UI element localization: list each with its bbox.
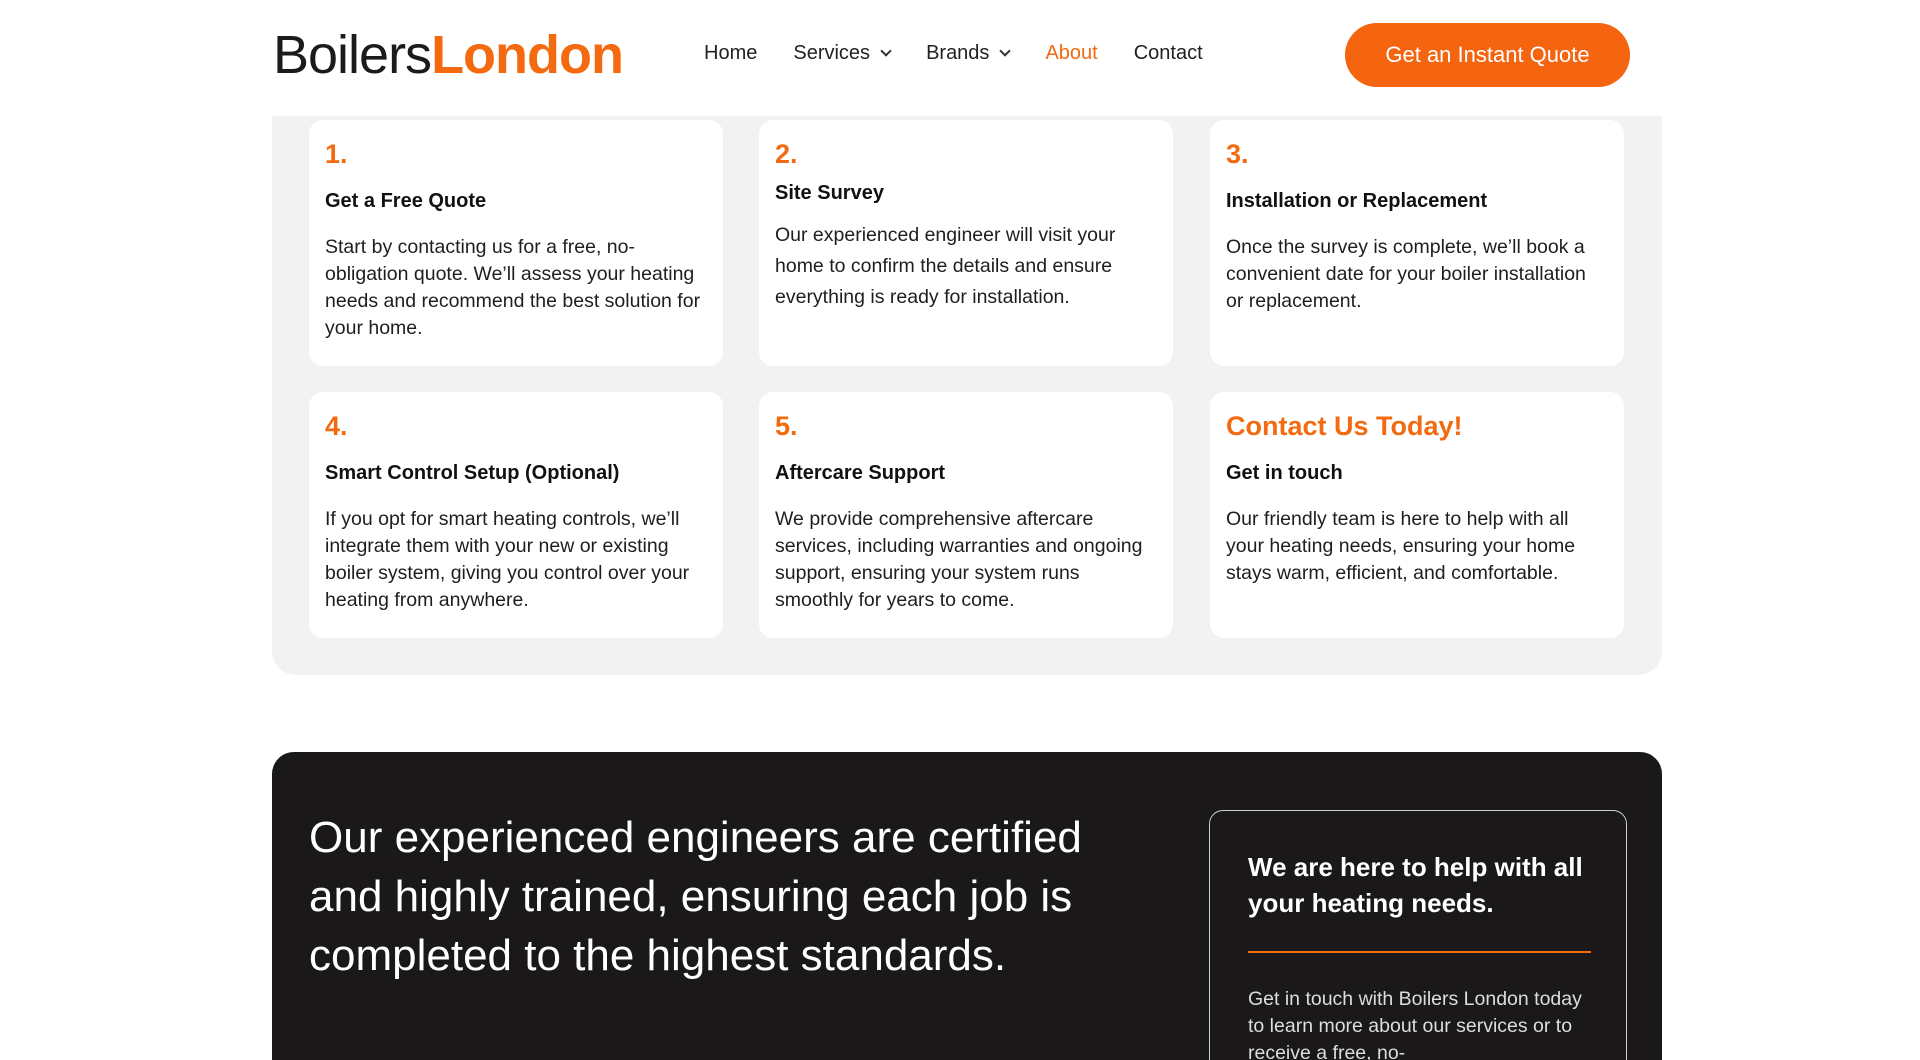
nav-services[interactable]: Services: [793, 42, 892, 65]
nav-about-label: About: [1045, 42, 1098, 64]
step-card-5: 5. Aftercare Support We provide comprehe…: [759, 392, 1173, 638]
nav-brands-label: Brands: [926, 42, 990, 64]
step-title: Get a Free Quote: [325, 190, 487, 212]
step-number: 3.: [1226, 139, 1249, 169]
instant-quote-button[interactable]: Get an Instant Quote: [1345, 23, 1630, 87]
contact-heading: Contact Us Today!: [1226, 411, 1463, 441]
nav-home[interactable]: Home: [704, 42, 757, 65]
nav-contact[interactable]: Contact: [1134, 42, 1203, 65]
step-text: Our experienced engineer will visit your…: [775, 224, 1116, 308]
step-number: 2.: [775, 139, 798, 169]
step-title: Site Survey: [775, 182, 884, 204]
contact-card: Contact Us Today! Get in touch Our frien…: [1210, 392, 1624, 638]
logo-part-london: London: [431, 25, 624, 85]
help-title: We are here to help with all your heatin…: [1248, 852, 1583, 918]
help-box: We are here to help with all your heatin…: [1209, 810, 1627, 1060]
engineers-section: Our experienced engineers are certified …: [272, 752, 1662, 1060]
step-title: Smart Control Setup (Optional): [325, 462, 620, 484]
site-header: BoilersLondon Home Services Brands About…: [0, 0, 1920, 116]
nav-home-label: Home: [704, 42, 758, 64]
step-text: Start by contacting us for a free, no-ob…: [325, 236, 701, 339]
step-number: 1.: [325, 139, 348, 169]
step-text: Once the survey is complete, we’ll book …: [1226, 236, 1586, 312]
step-number: 5.: [775, 411, 798, 441]
nav-services-label: Services: [793, 42, 871, 64]
main-nav: Home Services Brands About Contact: [704, 42, 1239, 65]
site-logo[interactable]: BoilersLondon: [273, 25, 624, 85]
help-text: Get in touch with Boilers London today t…: [1248, 988, 1582, 1060]
process-steps-panel: 1. Get a Free Quote Start by contacting …: [272, 70, 1662, 675]
contact-title: Get in touch: [1226, 462, 1343, 484]
chevron-down-icon: [999, 45, 1012, 57]
step-title: Installation or Replacement: [1226, 190, 1488, 212]
divider: [1248, 951, 1591, 953]
contact-text: Our friendly team is here to help with a…: [1226, 508, 1576, 584]
step-card-1: 1. Get a Free Quote Start by contacting …: [309, 120, 723, 366]
chevron-down-icon: [880, 45, 892, 57]
step-text: We provide comprehensive aftercare servi…: [775, 508, 1143, 611]
step-number: 4.: [325, 411, 348, 441]
logo-part-boilers: Boilers: [273, 25, 432, 85]
step-title: Aftercare Support: [775, 462, 946, 484]
engineers-heading: Our experienced engineers are certified …: [309, 813, 1082, 980]
step-card-2: 2. Site Survey Our experienced engineer …: [759, 120, 1173, 366]
step-text: If you opt for smart heating controls, w…: [325, 508, 690, 611]
nav-contact-label: Contact: [1133, 42, 1203, 64]
nav-brands[interactable]: Brands: [926, 42, 1012, 65]
step-card-3: 3. Installation or Replacement Once the …: [1210, 120, 1624, 366]
nav-about[interactable]: About: [1045, 42, 1097, 65]
step-card-4: 4. Smart Control Setup (Optional) If you…: [309, 392, 723, 638]
